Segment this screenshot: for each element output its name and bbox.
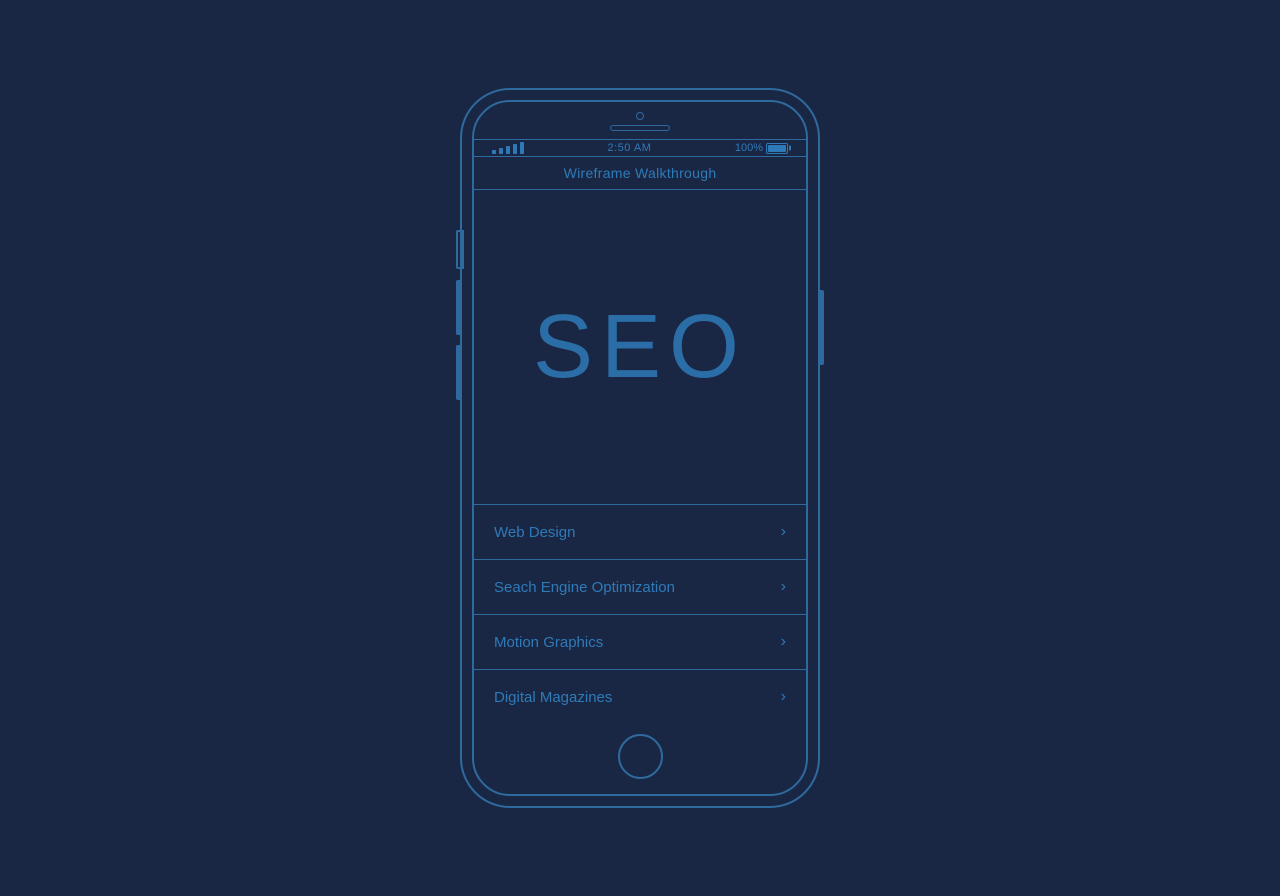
phone-screen: 2:50 AM 100% Wireframe Walkthrough SEO W…: [472, 100, 808, 796]
menu-item-digital-magazines[interactable]: Digital Magazines ›: [474, 670, 806, 724]
hero-section: SEO: [474, 190, 806, 505]
volume-up-button: [456, 280, 460, 335]
volume-down-button: [456, 345, 460, 400]
battery-indicator: 100%: [735, 142, 788, 154]
menu-item-web-design[interactable]: Web Design ›: [474, 505, 806, 560]
battery-icon: [766, 143, 788, 154]
menu-item-label: Seach Engine Optimization: [494, 579, 675, 596]
phone-bottom-area: [474, 724, 806, 794]
chevron-right-icon: ›: [781, 633, 786, 651]
chevron-right-icon: ›: [781, 523, 786, 541]
hero-text: SEO: [533, 296, 747, 399]
menu-item-label: Web Design: [494, 524, 575, 541]
battery-percent-label: 100%: [735, 142, 763, 154]
menu-item-motion-graphics[interactable]: Motion Graphics ›: [474, 615, 806, 670]
status-time: 2:50 AM: [608, 142, 652, 154]
menu-item-label: Motion Graphics: [494, 634, 603, 651]
menu-list: Web Design › Seach Engine Optimization ›…: [474, 505, 806, 724]
camera-icon: [636, 112, 644, 120]
status-bar: 2:50 AM 100%: [474, 139, 806, 156]
menu-item-seo[interactable]: Seach Engine Optimization ›: [474, 560, 806, 615]
signal-strength-icon: [492, 142, 524, 154]
phone-mockup: 2:50 AM 100% Wireframe Walkthrough SEO W…: [460, 88, 820, 808]
battery-fill: [768, 145, 786, 152]
nav-title: Wireframe Walkthrough: [564, 165, 717, 181]
chevron-right-icon: ›: [781, 688, 786, 706]
phone-top-decoration: [474, 102, 806, 139]
chevron-right-icon: ›: [781, 578, 786, 596]
speaker-icon: [610, 125, 670, 131]
menu-item-label: Digital Magazines: [494, 689, 612, 706]
home-button[interactable]: [618, 734, 663, 779]
power-button: [820, 290, 824, 365]
navigation-bar: Wireframe Walkthrough: [474, 156, 806, 190]
